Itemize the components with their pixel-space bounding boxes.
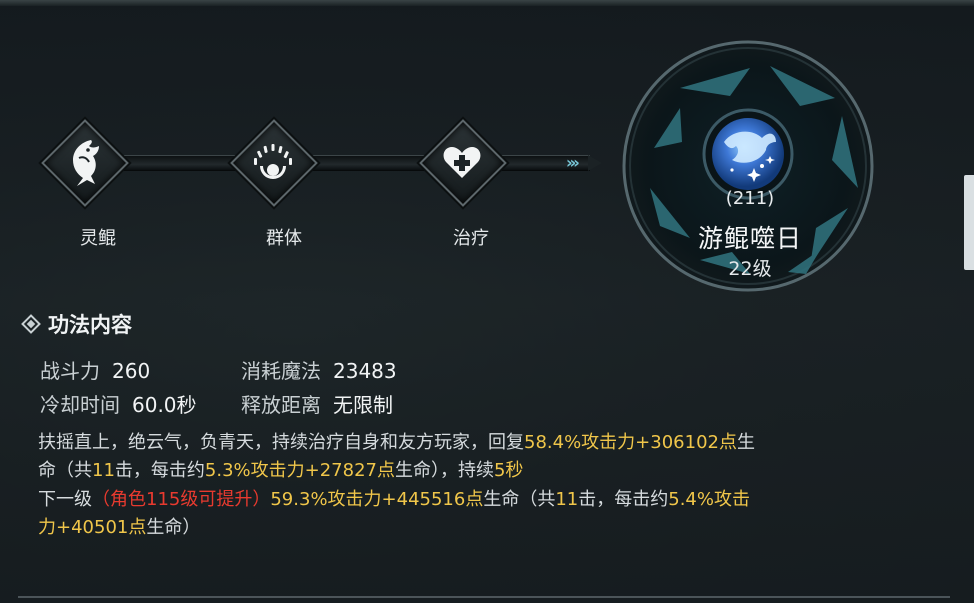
chain-node-label-heal: 治疗 — [453, 228, 489, 249]
chain-node-heal[interactable] — [419, 119, 507, 207]
stat-power: 战斗力 260 — [40, 355, 150, 384]
description-line-4: 力+40501点生命） — [38, 517, 201, 538]
stat-mana-value: 23483 — [333, 359, 397, 383]
panel-divider — [18, 596, 950, 598]
description-line-3: 下一级（角色115级可提升）59.3%攻击力+445516点生命（共11击，每击… — [38, 489, 750, 510]
stat-range-value: 无限制 — [333, 393, 393, 417]
fish-icon — [43, 121, 125, 203]
chain-node-group[interactable] — [230, 119, 318, 207]
description-line-2: 命（共11击，每击约5.3%攻击力+27827点生命），持续5秒 — [38, 460, 524, 481]
chain-connector-end — [588, 155, 602, 171]
chain-node-label-fish: 灵鲲 — [80, 228, 116, 249]
chain-node-label-group: 群体 — [266, 228, 302, 249]
skill-name: 游鲲噬日 — [697, 224, 802, 253]
stat-range-label: 释放距离 — [241, 393, 321, 417]
stat-power-label: 战斗力 — [40, 359, 100, 383]
chain-node-fish[interactable] — [41, 119, 129, 207]
side-handle[interactable] — [964, 175, 974, 270]
chain-connector — [100, 155, 590, 171]
diamond-bullet-icon — [21, 314, 41, 334]
stat-cooldown: 冷却时间 60.0秒 — [40, 389, 197, 418]
stat-range: 释放距离 无限制 — [241, 389, 393, 418]
section-title-text: 功法内容 — [48, 313, 132, 337]
group-icon — [232, 121, 314, 203]
stat-cooldown-label: 冷却时间 — [40, 393, 120, 417]
skill-level: 22级 — [728, 258, 772, 280]
stat-mana-label: 消耗魔法 — [241, 359, 321, 383]
triple-chevron-icon: ››› — [566, 153, 580, 172]
skill-code: (211) — [725, 188, 775, 209]
heal-heart-icon — [421, 121, 503, 203]
stat-mana: 消耗魔法 23483 — [241, 355, 397, 384]
description-line-1: 扶摇直上，绝云气，负青天，持续治疗自身和友方玩家，回复58.4%攻击力+3061… — [38, 432, 755, 453]
stat-cooldown-value: 60.0秒 — [132, 393, 197, 417]
panel-top-edge — [0, 0, 974, 6]
stat-power-value: 260 — [112, 359, 151, 383]
section-title: 功法内容 — [20, 309, 132, 339]
